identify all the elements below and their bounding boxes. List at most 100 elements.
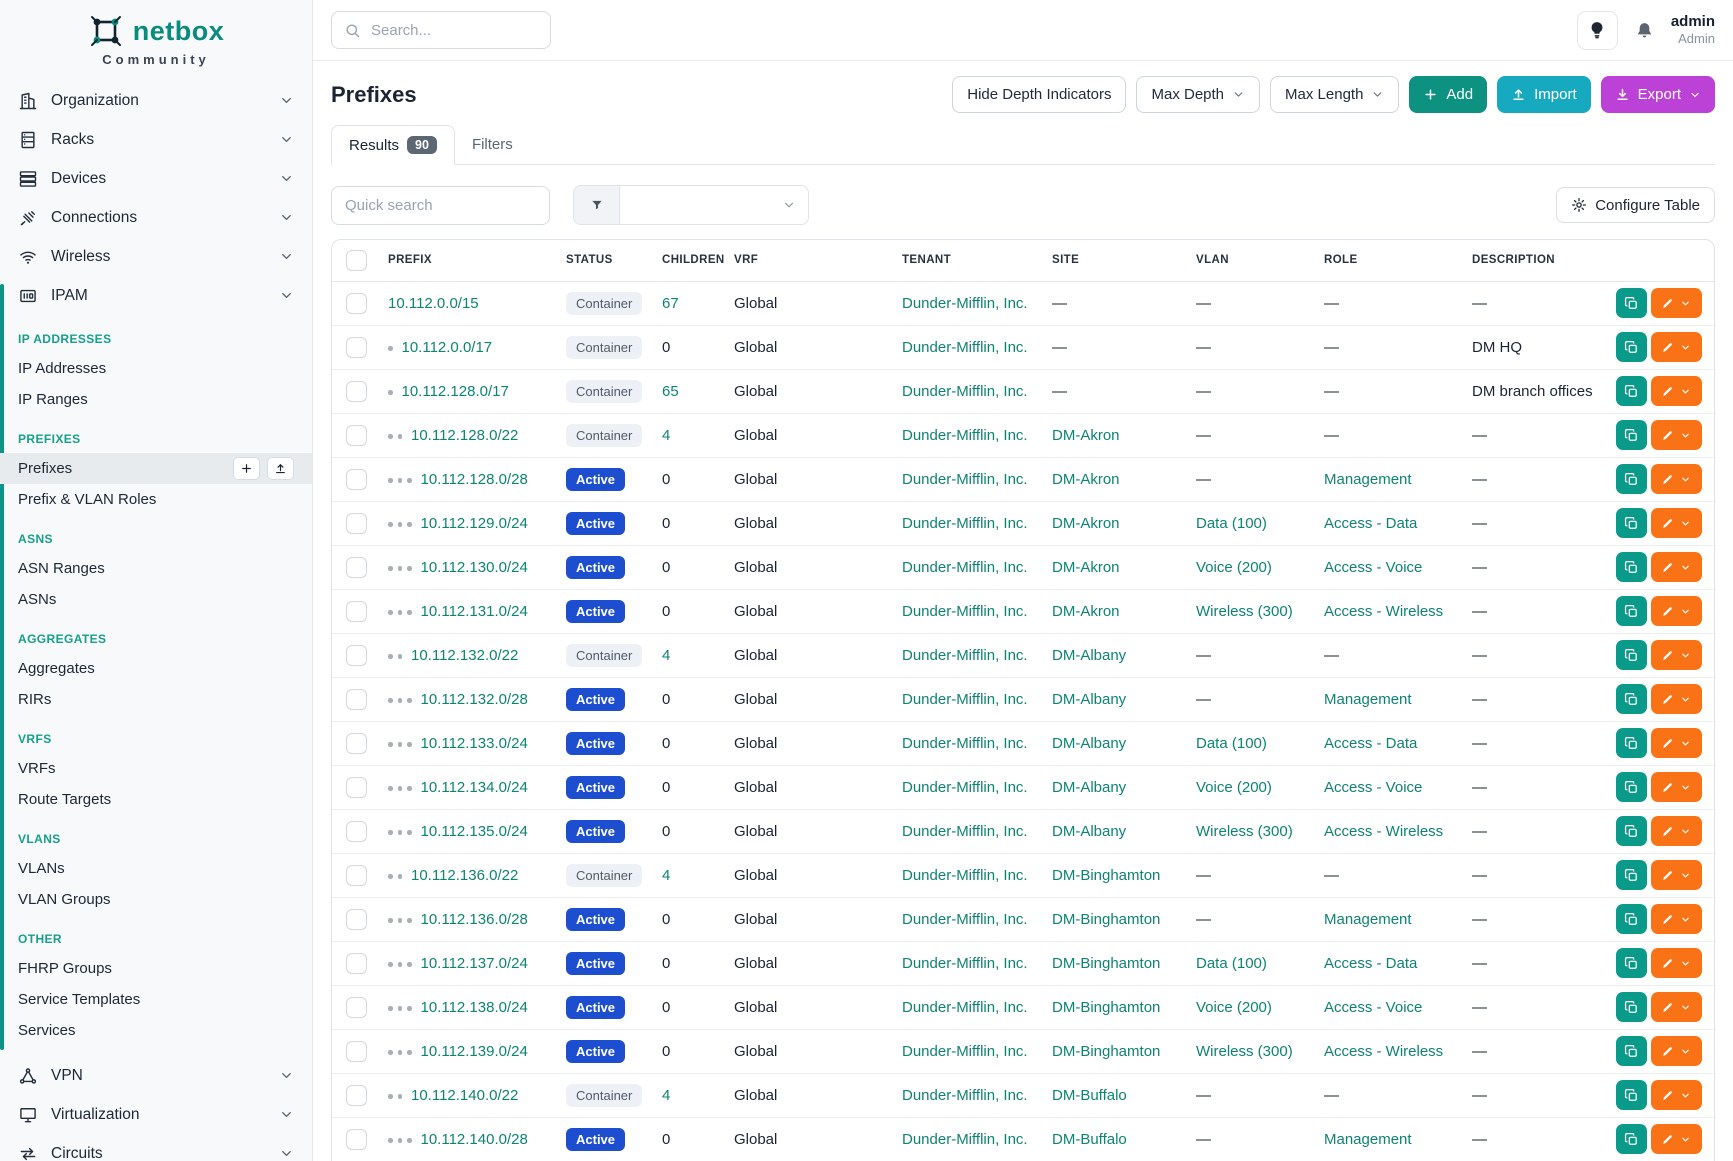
filter-select[interactable]: [619, 185, 809, 225]
prefix-link[interactable]: 10.112.0.0/17: [402, 339, 493, 356]
tenant-link[interactable]: Dunder-Mifflin, Inc.: [902, 427, 1028, 444]
tab-filters[interactable]: Filters: [455, 125, 530, 164]
tenant-link[interactable]: Dunder-Mifflin, Inc.: [902, 1087, 1028, 1104]
site-link[interactable]: DM-Albany: [1052, 823, 1126, 840]
clone-button[interactable]: [1616, 596, 1647, 626]
column-header-vrf[interactable]: VRF: [724, 240, 892, 281]
clone-button[interactable]: [1616, 816, 1647, 846]
sidebar-item-route-targets[interactable]: Route Targets: [0, 784, 312, 815]
sidebar-item-ip-ranges[interactable]: IP Ranges: [0, 384, 312, 415]
prefix-link[interactable]: 10.112.128.0/22: [411, 427, 518, 444]
hide-depth-indicators-button[interactable]: Hide Depth Indicators: [952, 76, 1126, 113]
prefix-link[interactable]: 10.112.128.0/28: [421, 471, 528, 488]
import-button[interactable]: Import: [1497, 76, 1591, 113]
row-checkbox[interactable]: [346, 513, 367, 534]
site-link[interactable]: DM-Binghamton: [1052, 999, 1160, 1016]
add-button[interactable]: Add: [1409, 76, 1487, 113]
configure-table-button[interactable]: Configure Table: [1556, 187, 1715, 223]
clone-button[interactable]: [1616, 728, 1647, 758]
role-link[interactable]: Management: [1324, 471, 1412, 488]
tenant-link[interactable]: Dunder-Mifflin, Inc.: [902, 955, 1028, 972]
edit-dropdown-button[interactable]: [1651, 552, 1702, 582]
prefix-link[interactable]: 10.112.140.0/28: [421, 1131, 528, 1148]
sidebar-item-prefix-vlan-roles[interactable]: Prefix & VLAN Roles: [0, 484, 312, 515]
row-checkbox[interactable]: [346, 601, 367, 622]
edit-dropdown-button[interactable]: [1651, 816, 1702, 846]
edit-dropdown-button[interactable]: [1651, 728, 1702, 758]
tenant-link[interactable]: Dunder-Mifflin, Inc.: [902, 471, 1028, 488]
sidebar-item-vpn[interactable]: VPN: [0, 1056, 312, 1095]
row-checkbox[interactable]: [346, 821, 367, 842]
brand-logo[interactable]: netbox Community: [0, 0, 312, 67]
sidebar-item-rirs[interactable]: RIRs: [0, 684, 312, 715]
vlan-link[interactable]: Voice (200): [1196, 559, 1272, 576]
row-checkbox[interactable]: [346, 865, 367, 886]
prefix-link[interactable]: 10.112.132.0/28: [421, 691, 528, 708]
edit-dropdown-button[interactable]: [1651, 904, 1702, 934]
prefix-link[interactable]: 10.112.129.0/24: [421, 515, 528, 532]
vlan-link[interactable]: Voice (200): [1196, 779, 1272, 796]
select-all-checkbox[interactable]: [346, 250, 367, 271]
user-menu[interactable]: admin Admin: [1671, 13, 1715, 48]
prefix-link[interactable]: 10.112.140.0/22: [411, 1087, 518, 1104]
row-checkbox[interactable]: [346, 997, 367, 1018]
tenant-link[interactable]: Dunder-Mifflin, Inc.: [902, 1131, 1028, 1148]
children-count-link[interactable]: 65: [662, 383, 679, 400]
filter-addon[interactable]: [573, 185, 619, 225]
prefix-link[interactable]: 10.112.136.0/28: [421, 911, 528, 928]
sidebar-item-virtualization[interactable]: Virtualization: [0, 1095, 312, 1134]
sidebar-item-fhrp-groups[interactable]: FHRP Groups: [0, 953, 312, 984]
tab-results[interactable]: Results 90: [331, 125, 455, 165]
row-checkbox[interactable]: [346, 645, 367, 666]
clone-button[interactable]: [1616, 464, 1647, 494]
site-link[interactable]: DM-Binghamton: [1052, 955, 1160, 972]
site-link[interactable]: DM-Albany: [1052, 691, 1126, 708]
tenant-link[interactable]: Dunder-Mifflin, Inc.: [902, 867, 1028, 884]
prefix-link[interactable]: 10.112.128.0/17: [402, 383, 509, 400]
prefix-link[interactable]: 10.112.137.0/24: [421, 955, 528, 972]
site-link[interactable]: DM-Akron: [1052, 559, 1120, 576]
row-checkbox[interactable]: [346, 293, 367, 314]
tenant-link[interactable]: Dunder-Mifflin, Inc.: [902, 559, 1028, 576]
tenant-link[interactable]: Dunder-Mifflin, Inc.: [902, 295, 1028, 312]
children-count-link[interactable]: 4: [662, 647, 670, 664]
edit-dropdown-button[interactable]: [1651, 1080, 1702, 1110]
tenant-link[interactable]: Dunder-Mifflin, Inc.: [902, 779, 1028, 796]
site-link[interactable]: DM-Albany: [1052, 647, 1126, 664]
edit-dropdown-button[interactable]: [1651, 464, 1702, 494]
max-length-dropdown[interactable]: Max Length: [1270, 76, 1399, 113]
site-link[interactable]: DM-Albany: [1052, 735, 1126, 752]
site-link[interactable]: DM-Akron: [1052, 515, 1120, 532]
role-link[interactable]: Access - Voice: [1324, 779, 1422, 796]
site-link[interactable]: DM-Binghamton: [1052, 867, 1160, 884]
edit-dropdown-button[interactable]: [1651, 992, 1702, 1022]
role-link[interactable]: Access - Data: [1324, 515, 1417, 532]
sidebar-item-racks[interactable]: Racks: [0, 120, 312, 159]
prefix-link[interactable]: 10.112.132.0/22: [411, 647, 518, 664]
site-link[interactable]: DM-Akron: [1052, 471, 1120, 488]
clone-button[interactable]: [1616, 332, 1647, 362]
edit-dropdown-button[interactable]: [1651, 288, 1702, 318]
site-link[interactable]: DM-Binghamton: [1052, 1043, 1160, 1060]
site-link[interactable]: DM-Buffalo: [1052, 1087, 1127, 1104]
role-link[interactable]: Access - Data: [1324, 955, 1417, 972]
clone-button[interactable]: [1616, 640, 1647, 670]
column-header-children[interactable]: CHILDREN: [652, 240, 724, 281]
row-checkbox[interactable]: [346, 953, 367, 974]
row-checkbox[interactable]: [346, 1085, 367, 1106]
edit-dropdown-button[interactable]: [1651, 1036, 1702, 1066]
column-header-prefix[interactable]: PREFIX: [378, 240, 556, 281]
tenant-link[interactable]: Dunder-Mifflin, Inc.: [902, 1043, 1028, 1060]
site-link[interactable]: DM-Akron: [1052, 603, 1120, 620]
max-depth-dropdown[interactable]: Max Depth: [1136, 76, 1260, 113]
site-link[interactable]: DM-Akron: [1052, 427, 1120, 444]
column-header-role[interactable]: ROLE: [1314, 240, 1462, 281]
row-checkbox[interactable]: [346, 425, 367, 446]
tenant-link[interactable]: Dunder-Mifflin, Inc.: [902, 911, 1028, 928]
sidebar-item-vrfs[interactable]: VRFs: [0, 753, 312, 784]
sidebar-item-service-templates[interactable]: Service Templates: [0, 984, 312, 1015]
row-checkbox[interactable]: [346, 689, 367, 710]
clone-button[interactable]: [1616, 1080, 1647, 1110]
edit-dropdown-button[interactable]: [1651, 684, 1702, 714]
role-link[interactable]: Access - Data: [1324, 735, 1417, 752]
